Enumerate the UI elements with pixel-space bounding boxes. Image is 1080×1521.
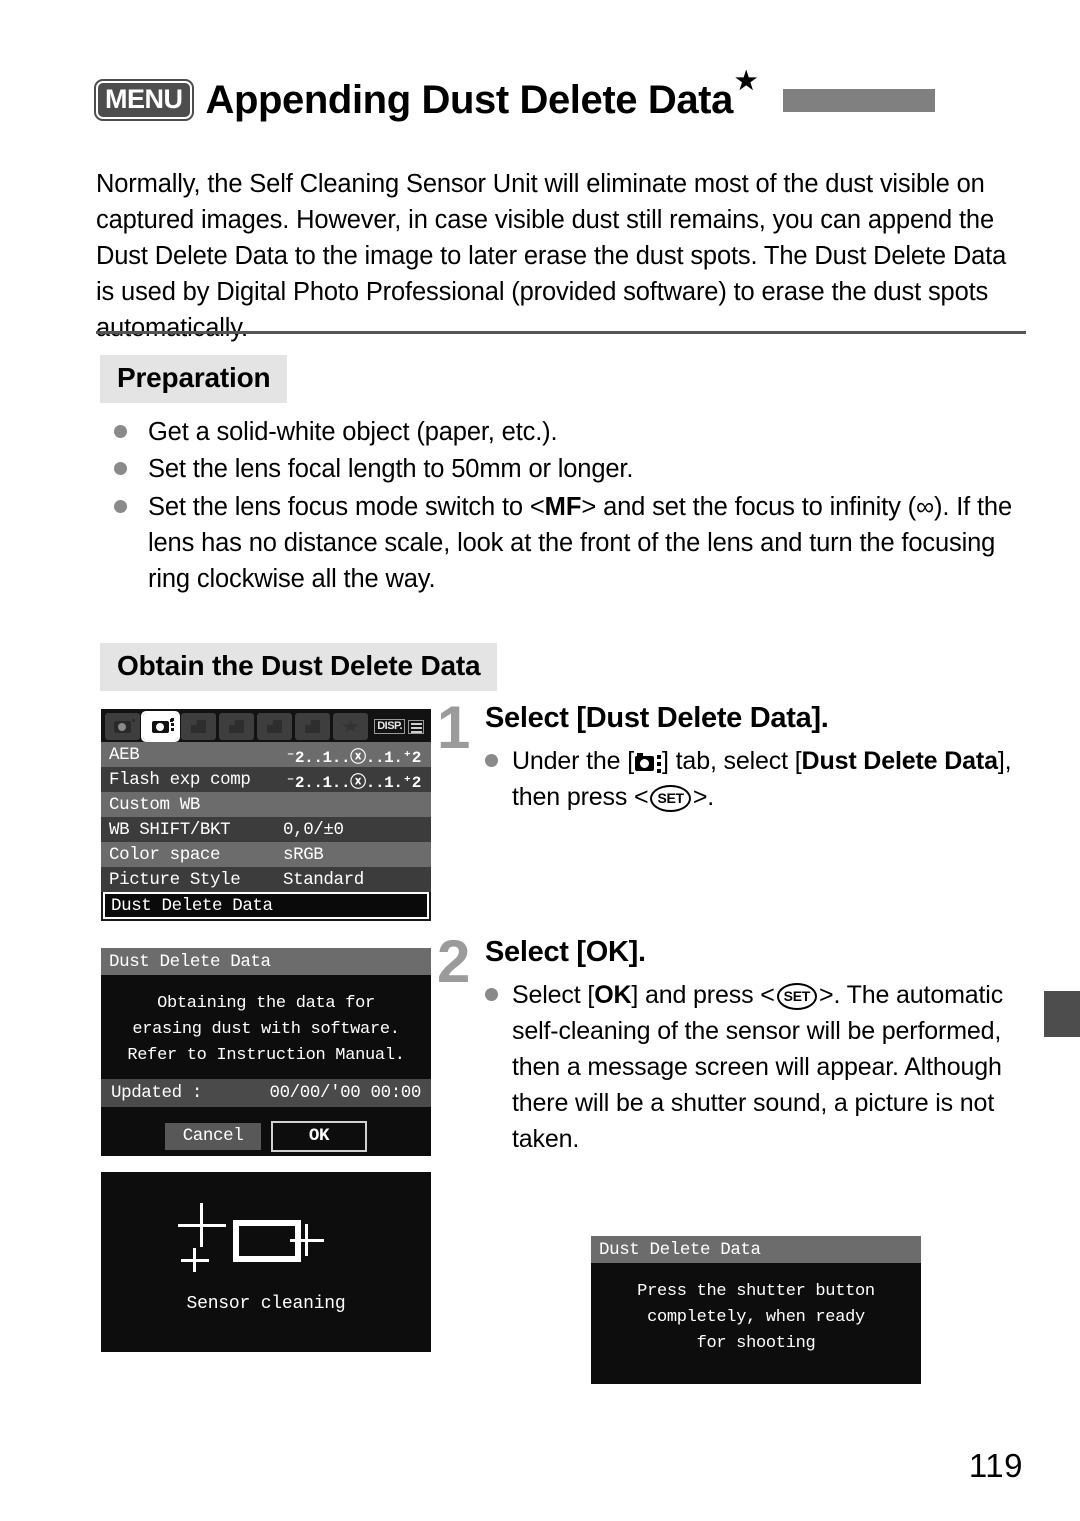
cancel-button[interactable]: Cancel [165, 1123, 261, 1150]
sparkle-icon [178, 1203, 226, 1247]
dialog-updated-row: Updated : 00/00/'00 00:00 [101, 1079, 431, 1107]
step-heading: Select [OK]. [485, 936, 646, 968]
mf-label: MF [544, 492, 582, 521]
dialog-message-line-2: erasing dust with software. [132, 1020, 400, 1039]
menu-row-label: Color space [109, 844, 221, 865]
page-title-row: MENU Appending Dust Delete Data★ [94, 66, 1026, 126]
list-item: Set the lens focus mode switch to <MF> a… [104, 489, 1029, 598]
tab-playback-icon [181, 713, 216, 740]
tab-setup-2-icon [257, 713, 292, 740]
step-body-text: Select [OK] and press < SET >. The automat… [512, 980, 1004, 1153]
step-1: 1 Select [Dust Delete Data]. Under the [… [437, 694, 1027, 815]
list-item: Get a solid-white object (paper, etc.). [104, 414, 1029, 450]
sensor-cleaning-label: Sensor cleaning [186, 1294, 346, 1314]
camera-tab-icon [635, 752, 662, 773]
sensor-cleaning-screenshot: Sensor cleaning [101, 1172, 431, 1352]
updated-value: 00/00/'00 00:00 [269, 1083, 421, 1103]
message-line-3: for shooting [696, 1334, 816, 1353]
menu-row-value: ⁻2..1..ⓧ..1.⁺2 [285, 748, 422, 767]
tab-setup-3-icon [295, 713, 330, 740]
step-number: 1 [437, 694, 471, 761]
tab-setup-1-icon [219, 713, 254, 740]
step-number: 2 [437, 928, 471, 995]
message-title: Dust Delete Data [591, 1236, 921, 1263]
page-number: 119 [968, 1447, 1023, 1484]
disp-list-icon [408, 719, 424, 734]
menu-row-value: sRGB [283, 844, 324, 865]
menu-row-color-space[interactable]: Color space sRGB [101, 842, 431, 867]
menu-row-dust-delete-data[interactable]: Dust Delete Data [103, 892, 429, 919]
menu-row-label: Flash exp comp [109, 769, 251, 790]
camera-menu-screenshot: DISP. AEB ⁻2..1..ⓧ..1.⁺2 Flash exp comp … [101, 709, 431, 921]
menu-tab-bar: DISP. [101, 709, 431, 742]
chapter-side-tab [1044, 991, 1080, 1037]
menu-row-wb-shift-bkt[interactable]: WB SHIFT/BKT 0,0/±0 [101, 817, 431, 842]
section-divider [96, 331, 1026, 334]
dust-delete-data-dialog-screenshot: Dust Delete Data Obtaining the data for … [101, 948, 431, 1156]
sensor-cleaning-artwork [101, 1172, 431, 1290]
tab-my-menu-icon [333, 713, 368, 740]
page-title: Appending Dust Delete Data★ [205, 66, 758, 122]
menu-badge-icon: MENU [94, 79, 194, 121]
menu-row-custom-wb[interactable]: Custom WB [101, 792, 431, 817]
bullet-icon [485, 987, 498, 1001]
intro-paragraph: Normally, the Self Cleaning Sensor Unit … [96, 169, 1007, 343]
dust-delete-data-bold: Dust Delete Data [801, 746, 998, 775]
bullet-icon [485, 753, 498, 767]
list-item-text: Set the lens focus mode switch to <MF> a… [148, 492, 1012, 594]
preparation-heading: Preparation [100, 355, 288, 403]
updated-label: Updated : [111, 1083, 202, 1103]
dialog-title: Dust Delete Data [101, 948, 431, 975]
sparkle-icon [290, 1224, 324, 1256]
menu-row-label: Picture Style [109, 869, 241, 890]
message-line-2: completely, when ready [647, 1308, 865, 1327]
set-button-icon: SET [776, 982, 817, 1010]
step-2: 2 Select [OK]. Select [OK] and press < SE… [437, 928, 1029, 1157]
step-body-text: Under the [] tab, select [Dust Delete Da… [512, 746, 1012, 812]
tab-shooting-1-icon [105, 713, 140, 740]
message-body: Press the shutter button completely, whe… [591, 1263, 921, 1367]
obtain-heading: Obtain the Dust Delete Data [100, 643, 498, 691]
menu-row-label: Custom WB [109, 794, 200, 815]
list-item-text: Set the lens focal length to 50mm or lon… [148, 455, 634, 484]
menu-row-value: 0,0/±0 [283, 819, 344, 840]
set-button-icon: SET [650, 784, 691, 812]
menu-row-flash-exp-comp[interactable]: Flash exp comp ⁻2..1..ⓧ..1.⁺2 [101, 767, 431, 792]
dialog-message: Obtaining the data for erasing dust with… [101, 975, 431, 1079]
menu-row-value: Standard [283, 869, 364, 890]
menu-row-label: WB SHIFT/BKT [109, 819, 231, 840]
star-icon: ★ [734, 66, 757, 95]
bullet-icon [114, 425, 127, 438]
sparkle-icon [181, 1248, 209, 1272]
menu-row-label: AEB [109, 744, 140, 765]
shutter-message-screenshot: Dust Delete Data Press the shutter butto… [591, 1236, 921, 1384]
dialog-message-line-3: Refer to Instruction Manual. [127, 1046, 405, 1065]
dialog-buttons: Cancel OK [101, 1107, 431, 1152]
manual-page: MENU Appending Dust Delete Data★ Normall… [0, 0, 1080, 1521]
title-accent-bar [782, 88, 935, 112]
tab-shooting-2-icon [141, 711, 180, 742]
step-heading: Select [Dust Delete Data]. [485, 702, 829, 734]
step-body: Select [OK] and press < SET >. The automat… [485, 977, 1029, 1157]
bullet-icon [114, 499, 127, 513]
step-body: Under the [] tab, select [Dust Delete Da… [485, 743, 1027, 815]
bullet-icon [114, 462, 127, 476]
menu-row-picture-style[interactable]: Picture Style Standard [101, 867, 431, 892]
disp-label: DISP. [374, 719, 405, 734]
message-line-1: Press the shutter button [637, 1282, 875, 1301]
menu-row-value: ⁻2..1..ⓧ..1.⁺2 [285, 773, 422, 792]
preparation-list: Get a solid-white object (paper, etc.). … [104, 414, 1029, 598]
menu-row-label: Dust Delete Data [111, 895, 273, 916]
ok-bold: OK [594, 980, 632, 1009]
dialog-message-line-1: Obtaining the data for [157, 994, 375, 1013]
menu-row-aeb[interactable]: AEB ⁻2..1..ⓧ..1.⁺2 [101, 742, 431, 767]
list-item: Set the lens focal length to 50mm or lon… [104, 451, 1029, 487]
list-item-text: Get a solid-white object (paper, etc.). [148, 418, 558, 446]
ok-button[interactable]: OK [271, 1121, 367, 1152]
disp-group: DISP. [374, 719, 427, 734]
